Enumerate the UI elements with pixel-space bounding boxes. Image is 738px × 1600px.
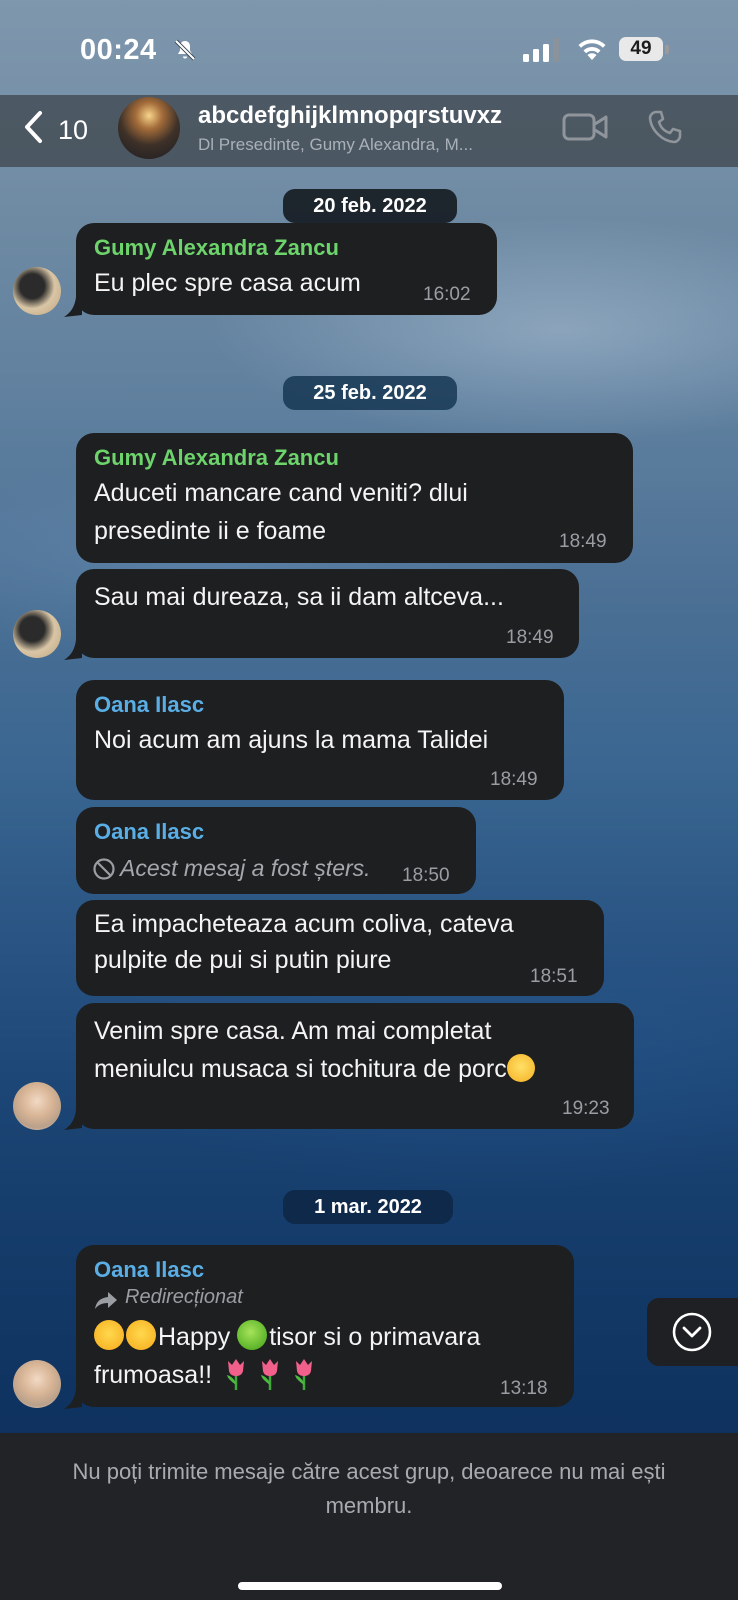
message-text: Venim spre casa. Am mai completat [94,1017,492,1045]
message-time: 19:23 [562,1098,610,1119]
group-avatar[interactable] [118,97,180,159]
date-separator: 25 feb. 2022 [283,376,457,410]
deleted-icon [93,858,115,880]
home-indicator[interactable] [238,1582,502,1590]
message-text: presedinte ii e foame [94,517,327,545]
tulip-emoji [295,1359,313,1390]
wifi-icon [578,39,606,60]
message-text-line: meniulcu musaca si tochitura de porc [94,1055,507,1083]
avatar[interactable] [13,1082,61,1130]
group-title[interactable]: abcdefghijklmnopqrstuvxz [198,102,502,130]
battery-cap [665,45,669,54]
not-member-notice: Nu poți trimite mesaje către acest grup,… [72,1459,666,1518]
message-text: pulpite de pui si putin piure [94,946,392,974]
group-members[interactable]: Dl Presedinte, Gumy Alexandra, M... [198,135,473,155]
bubble-tail [64,297,82,317]
avatar[interactable] [13,1360,61,1408]
deleted-message-text: Acest mesaj a fost șters. [120,855,371,881]
message-text: Eu plec spre casa acum [94,269,361,297]
message-sender[interactable]: Gumy Alexandra Zancu [94,235,339,261]
message-bubble[interactable]: Ea impacheteaza acum coliva, cateva pulp… [76,900,604,996]
message-bubble[interactable]: Oana Ilasc Redirecționat Happy tisor si … [76,1245,574,1407]
message-text: frumoasa!! [94,1357,321,1393]
chat-header: 10 abcdefghijklmnopqrstuvxz Dl Presedint… [0,95,738,167]
back-unread-count[interactable]: 10 [58,115,88,146]
scroll-down-icon [672,1312,712,1352]
message-text: Happy tisor si o primavara [94,1319,480,1355]
tulip-emoji [227,1359,245,1390]
avatar[interactable] [13,610,61,658]
grinning-face-emoji [506,1054,535,1082]
message-time: 18:49 [506,627,554,648]
message-bubble[interactable]: Gumy Alexandra Zancu Aduceti mancare can… [76,433,633,563]
forwarded-label: Redirecționat [125,1286,243,1308]
video-call-icon[interactable] [562,111,608,143]
message-text: meniulcu musaca si tochitura de porc [94,1051,537,1087]
avatar[interactable] [13,267,61,315]
message-time: 18:50 [402,865,450,886]
message-bubble[interactable]: Oana Ilasc Acest mesaj a fost șters. 18:… [76,807,476,894]
message-sender[interactable]: Gumy Alexandra Zancu [94,445,339,471]
bell-slash-icon [174,39,196,61]
battery-icon: 49 [619,37,669,63]
message-text-part: tisor si o primavara [269,1323,481,1351]
message-time: 13:18 [500,1378,548,1399]
message-text: Noi acum am ajuns la mama Talidei [94,726,489,754]
message-text: Ea impacheteaza acum coliva, cateva [94,910,514,938]
signal-icon [523,38,559,62]
message-sender[interactable]: Oana Ilasc [94,1257,204,1283]
battery-level: 49 [619,37,663,61]
message-bubble[interactable]: Venim spre casa. Am mai completat meniul… [76,1003,634,1129]
message-time: 18:49 [490,769,538,790]
message-text-part: frumoasa!! [94,1361,220,1389]
forward-icon [95,1292,117,1309]
message-bubble[interactable]: Gumy Alexandra Zancu Eu plec spre casa a… [76,223,497,315]
message-time: 16:02 [423,284,471,305]
message-time: 18:49 [559,531,607,552]
message-bubble[interactable]: Sau mai dureaza, sa ii dam altceva... 18… [76,569,579,658]
hugging-face-emoji [94,1320,124,1350]
message-text: Aduceti mancare cand veniti? dlui [94,479,468,507]
bubble-tail [64,640,82,660]
date-separator: 1 mar. 2022 [283,1190,453,1224]
hugging-face-emoji [126,1320,156,1350]
bubble-tail [64,1389,82,1409]
message-text-part: Happy [158,1323,238,1351]
tulip-emoji [261,1359,279,1390]
footer-notice: Nu poți trimite mesaje către acest grup,… [0,1433,738,1600]
phone-icon[interactable] [647,109,683,145]
green-apple-emoji [237,1320,268,1350]
scroll-down-button[interactable] [647,1298,738,1366]
message-time: 18:51 [530,966,578,987]
status-time: 00:24 [80,34,157,66]
message-sender[interactable]: Oana Ilasc [94,819,204,845]
bubble-tail [64,1110,82,1130]
date-separator: 20 feb. 2022 [283,189,457,223]
chevron-left-icon[interactable] [20,107,48,147]
message-sender[interactable]: Oana Ilasc [94,692,204,718]
status-bar: 00:24 49 [0,0,738,95]
message-text: Sau mai dureaza, sa ii dam altceva... [94,583,504,611]
message-bubble[interactable]: Oana Ilasc Noi acum am ajuns la mama Tal… [76,680,564,800]
